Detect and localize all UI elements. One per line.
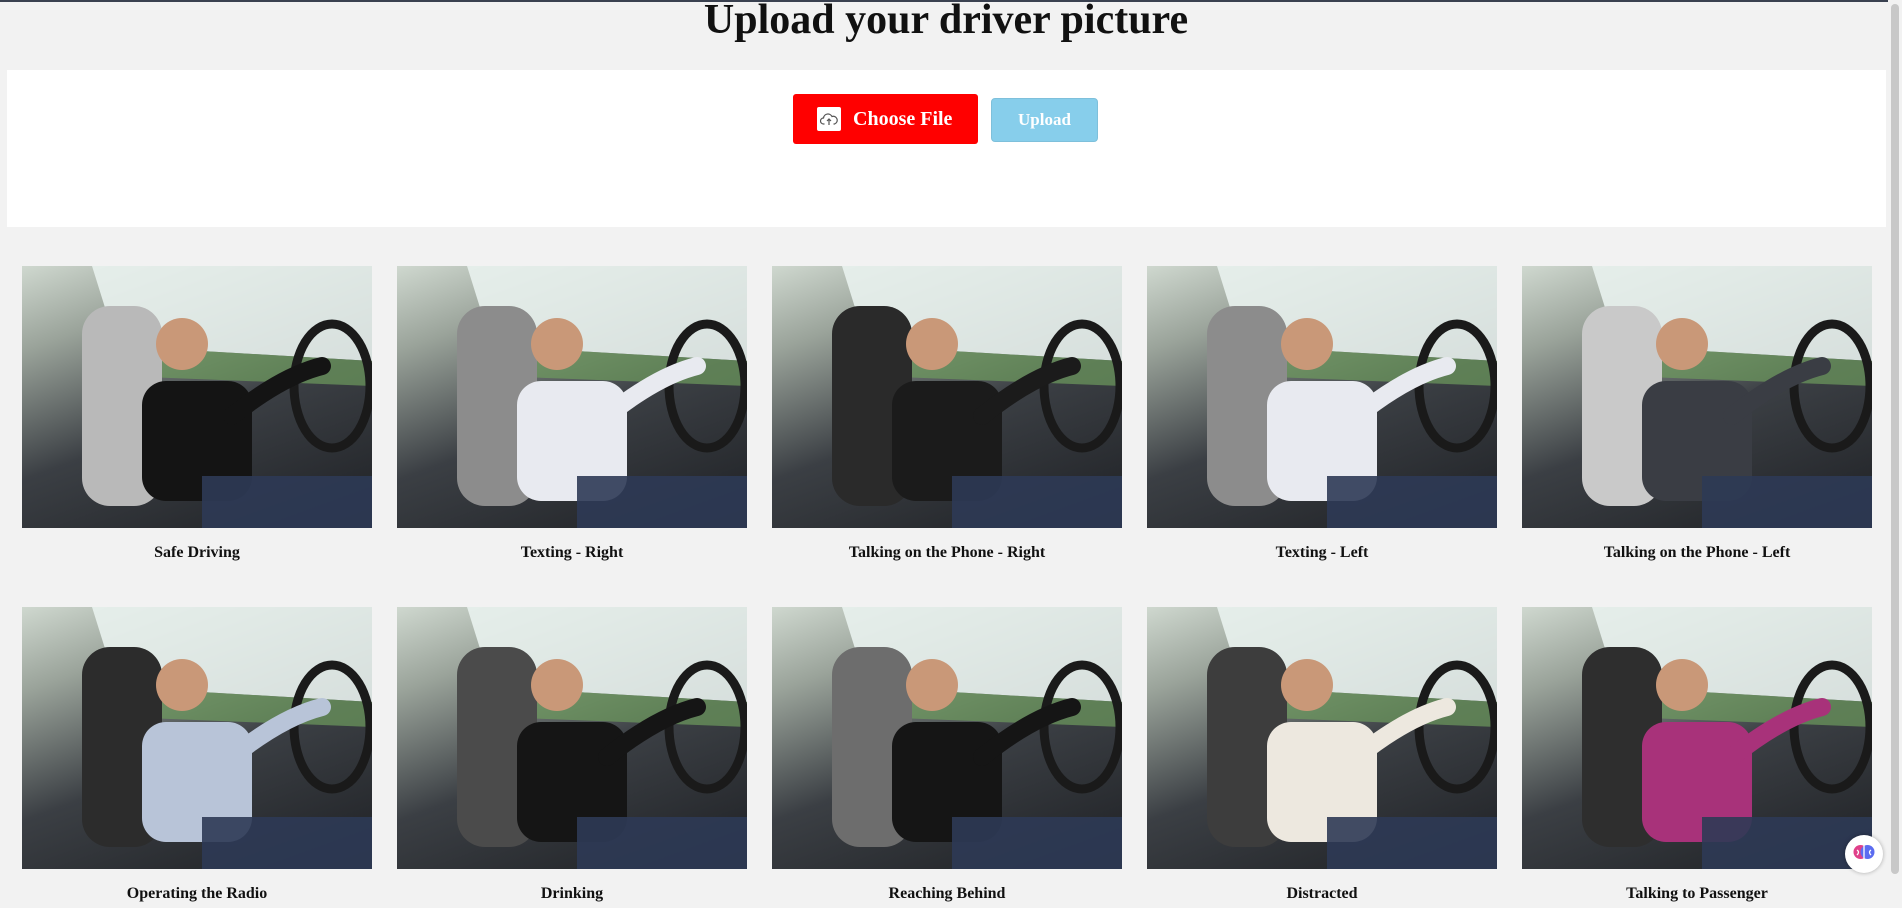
driver-photo[interactable] bbox=[397, 266, 747, 528]
choose-file-label: Choose File bbox=[853, 107, 953, 130]
driver-photo[interactable] bbox=[1147, 266, 1497, 528]
category-caption: Talking to Passenger bbox=[1626, 885, 1768, 902]
driver-head bbox=[156, 318, 208, 370]
category-caption: Texting - Left bbox=[1275, 544, 1369, 561]
category-card[interactable]: Distracted bbox=[1147, 607, 1497, 902]
upload-panel: Choose File Upload bbox=[7, 70, 1886, 227]
driver-photo[interactable] bbox=[22, 607, 372, 869]
choose-file-button[interactable]: Choose File bbox=[793, 94, 978, 144]
driver-head bbox=[1656, 659, 1708, 711]
driver-legs bbox=[1327, 817, 1497, 869]
driver-photo[interactable] bbox=[1522, 266, 1872, 528]
category-card[interactable]: Texting - Right bbox=[397, 266, 747, 561]
driver-scene bbox=[1207, 607, 1497, 869]
driver-head bbox=[1281, 318, 1333, 370]
driver-legs bbox=[202, 476, 372, 528]
category-caption: Texting - Right bbox=[520, 544, 624, 561]
driver-head bbox=[531, 659, 583, 711]
driver-scene bbox=[82, 266, 372, 528]
category-card[interactable]: Talking on the Phone - Right bbox=[772, 266, 1122, 561]
driver-photo[interactable] bbox=[1147, 607, 1497, 869]
driver-legs bbox=[952, 817, 1122, 869]
driver-photo[interactable] bbox=[397, 607, 747, 869]
driver-legs bbox=[1327, 476, 1497, 528]
driver-photo[interactable] bbox=[22, 266, 372, 528]
driver-photo[interactable] bbox=[1522, 607, 1872, 869]
driver-scene bbox=[457, 607, 747, 869]
category-card[interactable]: Reaching Behind bbox=[772, 607, 1122, 902]
driver-scene bbox=[1582, 266, 1872, 528]
category-caption: Talking on the Phone - Left bbox=[1603, 544, 1791, 561]
driver-legs bbox=[577, 817, 747, 869]
driver-legs bbox=[202, 817, 372, 869]
driver-head bbox=[906, 318, 958, 370]
category-caption: Drinking bbox=[540, 885, 604, 902]
driver-scene bbox=[82, 607, 372, 869]
driver-scene bbox=[1582, 607, 1872, 869]
driver-scene bbox=[832, 266, 1122, 528]
assistant-button[interactable] bbox=[1845, 835, 1883, 873]
driver-head bbox=[1281, 659, 1333, 711]
driver-scene bbox=[832, 607, 1122, 869]
cloud-upload-icon bbox=[817, 107, 841, 131]
category-card[interactable]: Drinking bbox=[397, 607, 747, 902]
category-card[interactable]: Operating the Radio bbox=[22, 607, 372, 902]
driver-legs bbox=[577, 476, 747, 528]
driver-scene bbox=[1207, 266, 1497, 528]
category-caption: Safe Driving bbox=[154, 544, 240, 561]
category-card[interactable]: Talking to Passenger bbox=[1522, 607, 1872, 902]
category-caption: Reaching Behind bbox=[888, 885, 1006, 902]
category-card[interactable]: Safe Driving bbox=[22, 266, 372, 561]
category-caption: Distracted bbox=[1286, 885, 1358, 902]
brain-icon bbox=[1852, 840, 1876, 869]
driver-head bbox=[906, 659, 958, 711]
scrollbar-thumb[interactable] bbox=[1891, 4, 1899, 874]
driver-photo[interactable] bbox=[772, 266, 1122, 528]
category-card[interactable]: Texting - Left bbox=[1147, 266, 1497, 561]
category-caption: Operating the Radio bbox=[126, 885, 268, 902]
scrollbar[interactable] bbox=[1888, 0, 1902, 908]
category-card[interactable]: Talking on the Phone - Left bbox=[1522, 266, 1872, 561]
upload-button[interactable]: Upload bbox=[991, 98, 1098, 142]
driver-head bbox=[531, 318, 583, 370]
driver-head bbox=[1656, 318, 1708, 370]
driver-photo[interactable] bbox=[772, 607, 1122, 869]
driver-legs bbox=[952, 476, 1122, 528]
driver-legs bbox=[1702, 476, 1872, 528]
category-caption: Talking on the Phone - Right bbox=[848, 544, 1046, 561]
driver-scene bbox=[457, 266, 747, 528]
driver-head bbox=[156, 659, 208, 711]
page-title: Upload your driver picture bbox=[703, 0, 1189, 43]
